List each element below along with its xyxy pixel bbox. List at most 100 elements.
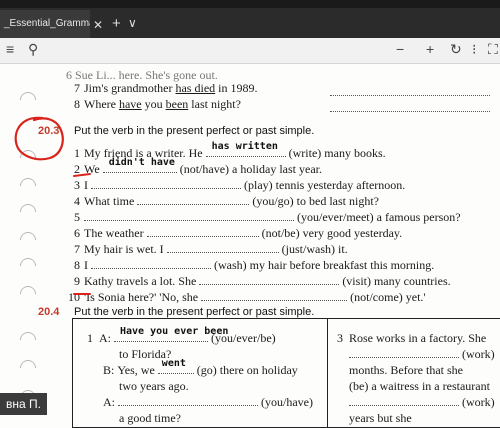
exercise-item: 6 The weather (not/be) very good yesterda…	[66, 226, 402, 241]
line-text: have	[118, 97, 142, 111]
item-text: (you/ever/meet) a famous person?	[294, 210, 461, 224]
line-text: been	[165, 97, 189, 111]
box-line: (work)	[349, 347, 495, 362]
answer-blank[interactable]	[166, 243, 279, 253]
search-icon[interactable]: ⚲	[28, 41, 38, 58]
exercise-line: 8 Where have you been last night?	[66, 97, 241, 112]
progress-circle	[16, 282, 40, 306]
progress-circle	[16, 228, 40, 252]
item-text: (not/be) very good yesterday.	[258, 226, 403, 240]
exercise-item: 5 (you/ever/meet) a famous person?	[66, 210, 461, 225]
answer-blank[interactable]	[91, 259, 211, 269]
box-line: a good time?	[119, 411, 181, 426]
section-title: Put the verb in the present perfect or p…	[74, 306, 315, 318]
handwritten-answer: Have you ever been	[120, 326, 229, 337]
exercise-line: 7 Jim's grandmother has died in 1989.	[66, 81, 257, 96]
answer-blank[interactable]	[349, 396, 459, 406]
box-line: 1 A: Have you ever been (you/ever/be)	[87, 326, 276, 346]
item-number: 3	[337, 331, 343, 345]
close-tab-icon[interactable]: ✕	[93, 18, 103, 32]
menu-icon[interactable]: ≡	[6, 41, 14, 57]
tab-title: _Essential_Grammar	[4, 18, 90, 29]
red-ink-mark	[73, 293, 91, 295]
tab-list-icon[interactable]: ∨	[128, 16, 137, 30]
line-text: Where	[84, 97, 119, 111]
line-text: Rose works in a factory. She	[349, 331, 487, 345]
rotate-icon[interactable]: ↻	[450, 41, 462, 58]
box-line: two years ago.	[119, 379, 189, 394]
speaker-label: A:	[99, 331, 111, 345]
line-text: years but she	[349, 411, 412, 425]
item-number: 4	[74, 194, 80, 208]
exercise-item: 10 'Is Sonia here?' 'No, she (not/come) y…	[58, 290, 426, 305]
item-text: (write) many books.	[285, 146, 386, 160]
progress-circle	[16, 200, 40, 224]
progress-circle	[16, 328, 40, 352]
answer-blank[interactable]: didn't have	[102, 157, 177, 173]
line-text: (work)	[459, 347, 495, 361]
answer-blank[interactable]	[91, 179, 241, 189]
item-text: What time	[84, 194, 138, 208]
handwritten-answer: didn't have	[108, 157, 175, 168]
box-line: (be) a waitress in a restaurant	[349, 379, 490, 394]
fit-icon[interactable]: ⛶	[488, 41, 498, 58]
answer-blank[interactable]	[118, 396, 258, 406]
participant-name-tag: вна П.	[0, 393, 47, 415]
line-text: in 1989.	[215, 81, 258, 95]
red-ink-mark	[73, 173, 91, 177]
item-number: 8	[74, 258, 80, 272]
box-line: (work)	[349, 395, 495, 410]
line-text: Yes, we	[117, 363, 158, 377]
item-text: (not/have) a holiday last year.	[176, 162, 322, 176]
new-tab-icon[interactable]: +	[112, 15, 121, 32]
zoom-out-icon[interactable]: −	[396, 41, 404, 57]
answer-blank[interactable]	[199, 275, 340, 285]
item-text: My hair is wet. I	[84, 242, 167, 256]
answer-blank[interactable]: has written	[205, 141, 286, 157]
item-number: 1	[87, 331, 93, 345]
progress-circle	[16, 174, 40, 198]
exercise-item: 4 What time (you/go) to bed last night?	[66, 194, 379, 209]
item-text: I	[84, 178, 91, 192]
item-text: (play) tennis yesterday afternoon.	[241, 178, 406, 192]
progress-circle	[16, 88, 40, 112]
box-line: months. Before that she	[349, 363, 463, 378]
exercise-box-20-4: 1 A: Have you ever been (you/ever/be) to…	[72, 318, 500, 428]
exercise-item: 2 We didn't have (not/have) a holiday las…	[66, 157, 322, 177]
line-text: (go) there on holiday	[193, 363, 298, 377]
box-line: A: (you/have)	[103, 395, 313, 410]
answer-blank[interactable]	[201, 291, 348, 301]
item-text: The weather	[84, 226, 147, 240]
item-text: 'Is Sonia here?' 'No, she	[84, 290, 202, 304]
line-text: (be) a waitress in a restaurant	[349, 379, 490, 393]
answer-blank[interactable]: went	[157, 358, 194, 374]
line-text: has died	[175, 81, 216, 95]
tab-essential-grammar[interactable]: _Essential_Grammar	[0, 10, 90, 38]
answer-blank[interactable]	[146, 227, 259, 237]
item-number: 9	[74, 274, 80, 288]
zoom-in-icon[interactable]: +	[426, 41, 434, 57]
line-text: two years ago.	[119, 379, 189, 393]
answer-blank[interactable]	[330, 86, 490, 96]
item-number: 5	[74, 210, 80, 224]
progress-circle	[16, 254, 40, 278]
box-line: years but she	[349, 411, 412, 426]
line-number: 7	[74, 81, 80, 95]
answer-blank[interactable]	[330, 102, 490, 112]
item-number: 6	[74, 226, 80, 240]
pdf-toolbar: ≡ ⚲ − + ↻ ⁝ ⛶	[0, 38, 500, 64]
answer-blank[interactable]	[349, 348, 459, 358]
answer-blank[interactable]	[137, 195, 250, 205]
progress-circle	[16, 356, 40, 380]
item-text: I	[84, 258, 91, 272]
more-icon[interactable]: ⁝	[472, 41, 476, 58]
browser-tab-bar: _Essential_Grammar ✕ + ∨	[0, 8, 500, 38]
answer-blank[interactable]: Have you ever been	[114, 326, 228, 342]
item-text: Kathy travels a lot. She	[84, 274, 200, 288]
answer-blank[interactable]	[84, 211, 294, 221]
partial-text: 6 Sue Li... here. She's gone out.	[66, 68, 218, 82]
box-line: 3 Rose works in a factory. She	[337, 331, 486, 346]
exercise-item: 3I (play) tennis yesterday afternoon.	[66, 178, 405, 193]
line-text: you	[141, 97, 166, 111]
red-ink-circle	[14, 116, 64, 161]
